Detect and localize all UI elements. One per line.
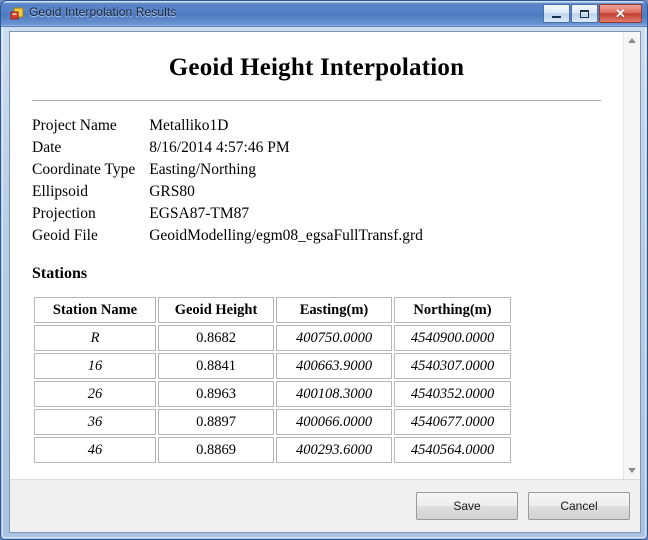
cell-northing: 4540564.0000 [394,437,511,463]
cell-geoid-height: 0.8963 [158,381,274,407]
cell-station-name: 46 [34,437,156,463]
metadata-key: Date [32,139,62,156]
metadata-key: Geoid File [32,227,98,244]
metadata-key: Projection [32,205,96,222]
metadata-value: GRS80 [149,183,195,200]
app-form-icon [10,7,24,20]
title-divider [32,100,601,101]
table-row: 46 0.8869 400293.6000 4540564.0000 [34,437,511,463]
metadata-value: 8/16/2014 4:57:46 PM [149,139,290,156]
column-header-station-name: Station Name [34,297,156,323]
cell-easting: 400663.9000 [276,353,392,379]
metadata-key: Project Name [32,117,117,134]
save-button[interactable]: Save [416,492,518,520]
cell-station-name: 26 [34,381,156,407]
cell-northing: 4540352.0000 [394,381,511,407]
cell-station-name: 16 [34,353,156,379]
stations-heading: Stations [32,265,88,282]
cell-geoid-height: 0.8869 [158,437,274,463]
minimize-button[interactable] [543,4,570,23]
scrollbar-track[interactable] [624,49,640,462]
column-header-easting: Easting(m) [276,297,392,323]
cell-easting: 400066.0000 [276,409,392,435]
stations-table-header-row: Station Name Geoid Height Easting(m) Nor… [34,297,511,323]
application-window: Geoid Interpolation Results ✕ Geoid Heig… [0,0,648,540]
metadata-row: Coordinate Type Easting/Northing [32,159,423,181]
minimize-icon [544,5,569,22]
stations-table: Station Name Geoid Height Easting(m) Nor… [32,295,513,465]
cancel-button[interactable]: Cancel [528,492,630,520]
report-panel: Geoid Height Interpolation Project Name … [10,32,640,479]
metadata-value: GeoidModelling/egm08_egsaFullTransf.grd [149,227,423,244]
metadata-row: Geoid File GeoidModelling/egm08_egsaFull… [32,225,423,247]
scroll-up-button[interactable] [624,32,640,49]
cell-station-name: R [34,325,156,351]
cell-geoid-height: 0.8841 [158,353,274,379]
title-bar[interactable]: Geoid Interpolation Results ✕ [1,1,647,27]
table-row: 26 0.8963 400108.3000 4540352.0000 [34,381,511,407]
metadata-row: Date 8/16/2014 4:57:46 PM [32,137,423,159]
cell-geoid-height: 0.8897 [158,409,274,435]
window-title: Geoid Interpolation Results [29,5,177,19]
cell-northing: 4540900.0000 [394,325,511,351]
vertical-scrollbar[interactable] [623,32,640,479]
cell-northing: 4540677.0000 [394,409,511,435]
metadata-value: Metalliko1D [149,117,229,134]
metadata-row: Projection EGSA87-TM87 [32,203,423,225]
maximize-button[interactable] [571,4,598,23]
metadata-key: Coordinate Type [32,161,136,178]
cell-station-name: 36 [34,409,156,435]
metadata-value: EGSA87-TM87 [149,205,250,222]
cell-northing: 4540307.0000 [394,353,511,379]
cell-easting: 400750.0000 [276,325,392,351]
table-row: 16 0.8841 400663.9000 4540307.0000 [34,353,511,379]
column-header-geoid-height: Geoid Height [158,297,274,323]
table-row: 36 0.8897 400066.0000 4540677.0000 [34,409,511,435]
metadata-key: Ellipsoid [32,183,88,200]
metadata-value: Easting/Northing [149,161,257,178]
cell-easting: 400293.6000 [276,437,392,463]
dialog-button-bar: Save Cancel [10,479,640,532]
close-icon: ✕ [615,5,626,21]
metadata-row: Ellipsoid GRS80 [32,181,423,203]
page-title: Geoid Height Interpolation [168,54,465,81]
scroll-down-button[interactable] [624,462,640,479]
scroll-up-icon [628,38,636,43]
cell-easting: 400108.3000 [276,381,392,407]
maximize-icon [572,5,597,22]
metadata-table: Project Name Metalliko1D Date 8/16/2014 … [32,115,423,247]
client-area: Geoid Height Interpolation Project Name … [9,31,641,533]
table-row: R 0.8682 400750.0000 4540900.0000 [34,325,511,351]
report-document: Geoid Height Interpolation Project Name … [10,32,623,479]
metadata-row: Project Name Metalliko1D [32,115,423,137]
close-button[interactable]: ✕ [599,4,642,23]
column-header-northing: Northing(m) [394,297,511,323]
cell-geoid-height: 0.8682 [158,325,274,351]
scroll-down-icon [628,468,636,473]
